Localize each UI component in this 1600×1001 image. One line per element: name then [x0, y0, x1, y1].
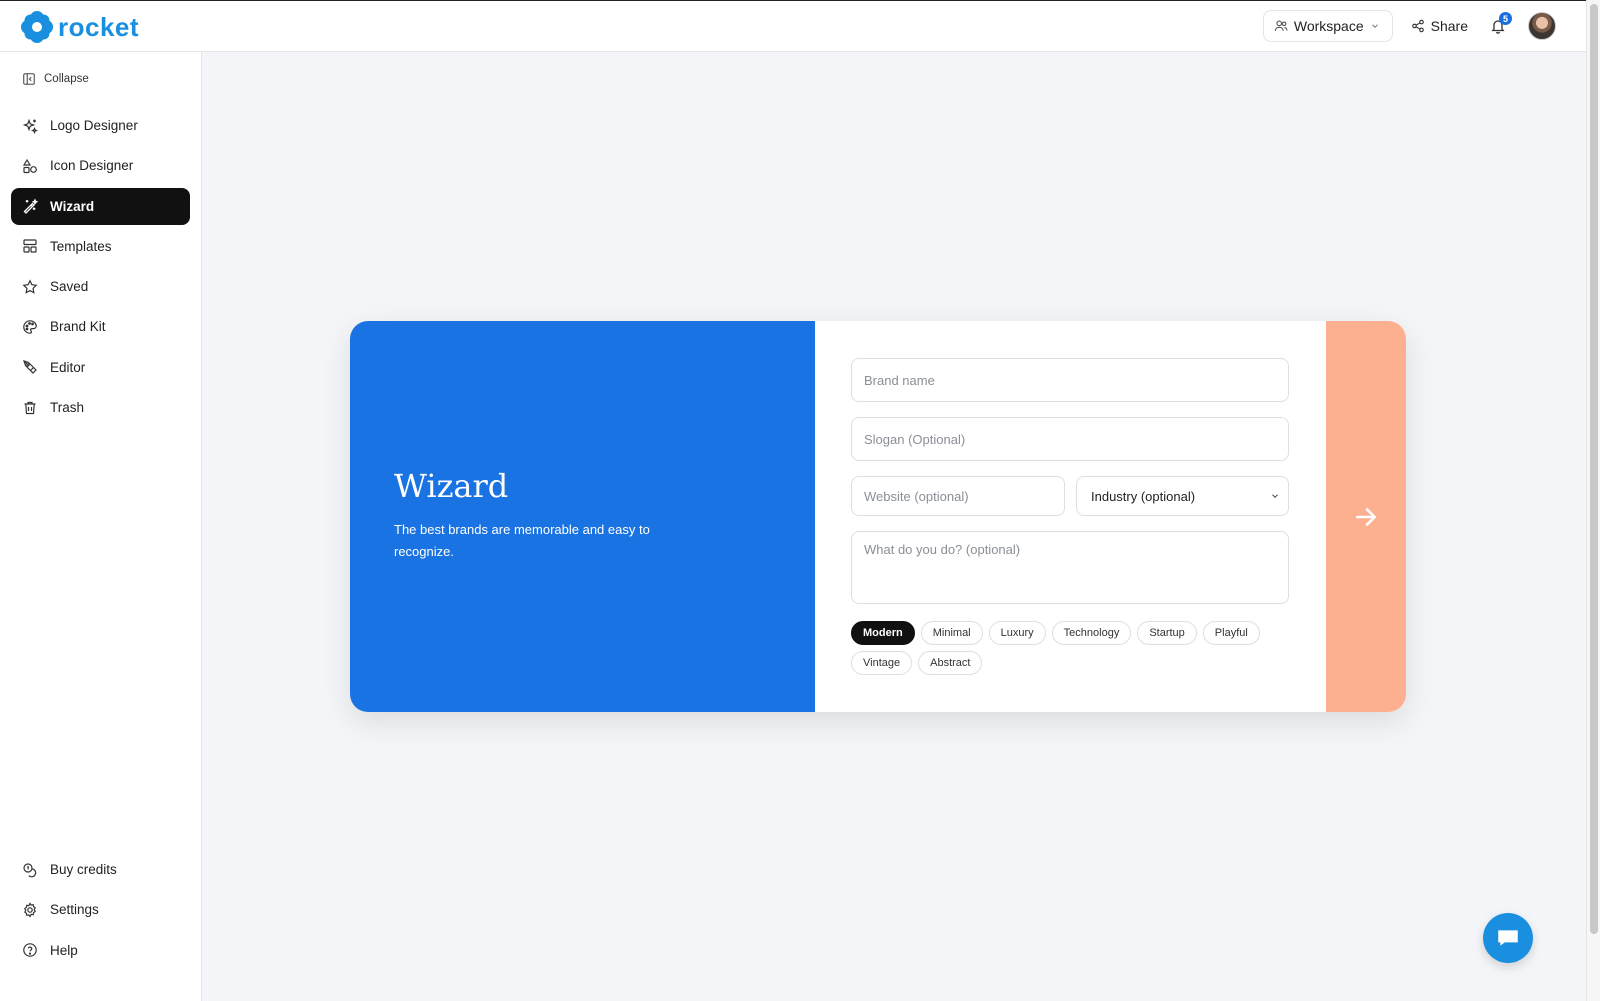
sidebar-bottom-nav: Buy credits Settings Help: [11, 851, 190, 972]
sidebar-item-logo-designer[interactable]: Logo Designer: [11, 107, 190, 144]
notifications-button[interactable]: 5: [1486, 12, 1512, 38]
sidebar-item-brand-kit[interactable]: Brand Kit: [11, 308, 190, 345]
sidebar-collapse-icon: [23, 73, 35, 85]
gear-icon: [24, 902, 36, 918]
description-textarea[interactable]: What do you do? (optional): [851, 531, 1289, 604]
sidebar-item-label: Brand Kit: [50, 319, 106, 335]
sidebar-item-templates[interactable]: Templates: [11, 228, 190, 265]
industry-value: Industry (optional): [1091, 488, 1196, 504]
sidebar-item-help[interactable]: Help: [11, 932, 190, 969]
chat-icon: [1498, 930, 1518, 946]
pen-tool-icon: [23, 360, 37, 375]
style-chip-abstract[interactable]: Abstract: [918, 651, 983, 675]
user-avatar[interactable]: [1528, 12, 1556, 40]
brand-name-placeholder: Brand name: [864, 372, 935, 388]
help-circle-icon: [23, 943, 37, 957]
sidebar: Collapse Logo Designer Icon Designer Wiz…: [0, 52, 202, 1001]
sidebar-item-label: Help: [50, 942, 78, 958]
brand-name-input[interactable]: Brand name: [851, 358, 1289, 402]
wizard-form: Brand name Slogan (Optional) Website (op…: [815, 321, 1326, 712]
wizard-subtitle: The best brands are memorable and easy t…: [394, 522, 650, 559]
style-chip-playful[interactable]: Playful: [1202, 621, 1260, 645]
sidebar-item-wizard[interactable]: Wizard: [11, 187, 190, 225]
coins-icon: [23, 862, 37, 877]
app-logo[interactable]: rocket: [20, 9, 139, 45]
magic-wand-icon: [23, 198, 38, 215]
style-chip-technology[interactable]: Technology: [1051, 621, 1132, 645]
users-icon: [1274, 20, 1288, 31]
sidebar-item-label: Settings: [50, 902, 99, 918]
collapse-label: Collapse: [44, 73, 89, 85]
sidebar-item-label: Saved: [50, 279, 89, 295]
sidebar-item-label: Wizard: [50, 198, 95, 214]
style-chip-startup[interactable]: Startup: [1137, 621, 1197, 645]
brand-name: rocket: [58, 11, 140, 42]
sidebar-item-label: Buy credits: [50, 862, 117, 877]
page-scrollbar[interactable]: [1586, 0, 1600, 1001]
sidebar-item-icon-designer[interactable]: Icon Designer: [11, 147, 190, 184]
next-button[interactable]: [1326, 321, 1406, 712]
description-placeholder: What do you do? (optional): [864, 542, 1021, 557]
sidebar-nav: Logo Designer Icon Designer Wizard Templ…: [11, 107, 190, 429]
sparkles-icon: [22, 118, 38, 134]
rocket-logo-icon: [21, 11, 53, 43]
sidebar-item-editor[interactable]: Editor: [11, 349, 190, 386]
wizard-title: Wizard: [394, 467, 509, 505]
share-icon: [1411, 19, 1424, 33]
sidebar-item-label: Templates: [50, 238, 112, 254]
sidebar-item-saved[interactable]: Saved: [11, 268, 190, 305]
arrow-right-icon: [1356, 507, 1376, 526]
star-icon: [22, 279, 38, 294]
chat-support-button[interactable]: [1483, 913, 1533, 963]
trash-icon: [24, 401, 36, 414]
workspace-dropdown[interactable]: Workspace: [1262, 10, 1393, 42]
sidebar-item-label: Logo Designer: [50, 118, 138, 133]
shapes-icon: [22, 158, 37, 173]
slogan-placeholder: Slogan (Optional): [864, 431, 966, 447]
style-chip-modern[interactable]: Modern: [851, 621, 915, 645]
collapse-button[interactable]: Collapse: [22, 72, 89, 86]
notification-badge: 5: [1499, 12, 1512, 25]
style-chip-vintage[interactable]: Vintage: [851, 651, 913, 675]
layout-icon: [23, 239, 37, 253]
slogan-input[interactable]: Slogan (Optional): [851, 417, 1289, 461]
style-chip-minimal[interactable]: Minimal: [920, 621, 983, 645]
sidebar-item-label: Trash: [50, 400, 85, 416]
top-bar: rocket Workspace Share 5: [0, 0, 1586, 52]
chevron-down-icon: [1371, 24, 1378, 28]
workspace-label: Workspace: [1293, 18, 1364, 34]
sidebar-item-label: Editor: [50, 359, 86, 375]
sidebar-item-trash[interactable]: Trash: [11, 389, 190, 426]
scrollbar-thumb[interactable]: [1590, 4, 1598, 934]
style-chip-luxury[interactable]: Luxury: [988, 621, 1046, 645]
style-chips: Modern Minimal Luxury Technology Startup…: [851, 621, 1291, 675]
palette-icon: [23, 320, 37, 334]
share-button[interactable]: Share: [1411, 18, 1468, 34]
website-placeholder: Website (optional): [864, 488, 969, 504]
sidebar-item-buy-credits[interactable]: Buy credits: [11, 851, 190, 888]
wizard-card: Wizard The best brands are memorable and…: [350, 321, 1406, 712]
chevron-down-icon: [1272, 494, 1278, 498]
industry-select[interactable]: Industry (optional): [1076, 476, 1289, 516]
sidebar-item-label: Icon Designer: [50, 158, 134, 174]
wizard-intro-panel: Wizard The best brands are memorable and…: [350, 321, 815, 712]
sidebar-item-settings[interactable]: Settings: [11, 891, 190, 928]
share-label: Share: [1430, 18, 1468, 34]
website-input[interactable]: Website (optional): [851, 476, 1065, 516]
